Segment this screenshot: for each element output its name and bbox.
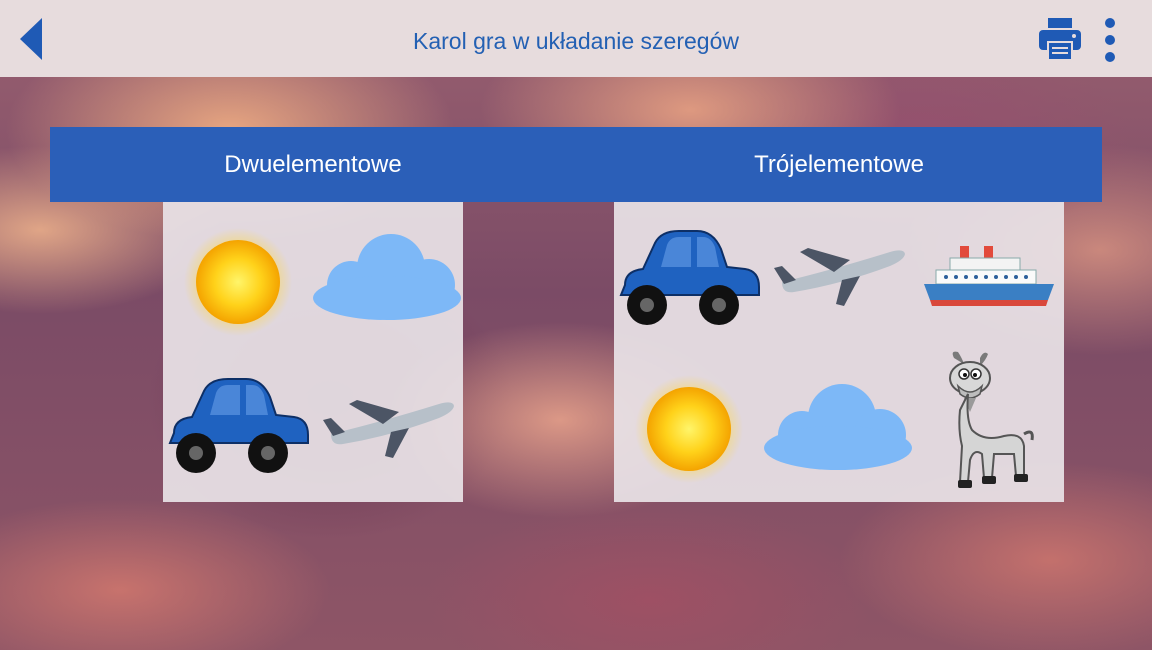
three-element-series-card[interactable]	[614, 202, 1064, 502]
app-bar: Karol gra w układanie szeregów	[0, 0, 1152, 77]
cloud-icon	[764, 384, 912, 470]
print-button[interactable]	[1036, 16, 1084, 64]
ship-icon	[924, 246, 1054, 306]
cloud-icon	[313, 234, 461, 320]
page-title: Karol gra w układanie szeregów	[412, 28, 739, 54]
printer-icon	[1039, 18, 1081, 61]
sun-icon	[184, 228, 292, 336]
car-icon	[168, 378, 309, 473]
tab-bar: Dwuelementowe Trójelementowe	[50, 127, 1102, 202]
back-button[interactable]	[12, 14, 52, 64]
goat-icon	[949, 351, 1034, 488]
airplane-icon	[323, 400, 454, 458]
overflow-menu-button[interactable]	[1098, 16, 1122, 64]
two-element-series-card[interactable]	[163, 202, 463, 502]
tab-dwuelementowe[interactable]: Dwuelementowe	[50, 127, 576, 202]
sun-icon	[635, 375, 743, 483]
back-arrow-icon	[20, 18, 42, 60]
airplane-icon	[774, 248, 905, 306]
more-vert-icon	[1105, 18, 1115, 62]
car-icon	[619, 230, 760, 325]
tab-trojelementowe[interactable]: Trójelementowe	[576, 127, 1102, 202]
